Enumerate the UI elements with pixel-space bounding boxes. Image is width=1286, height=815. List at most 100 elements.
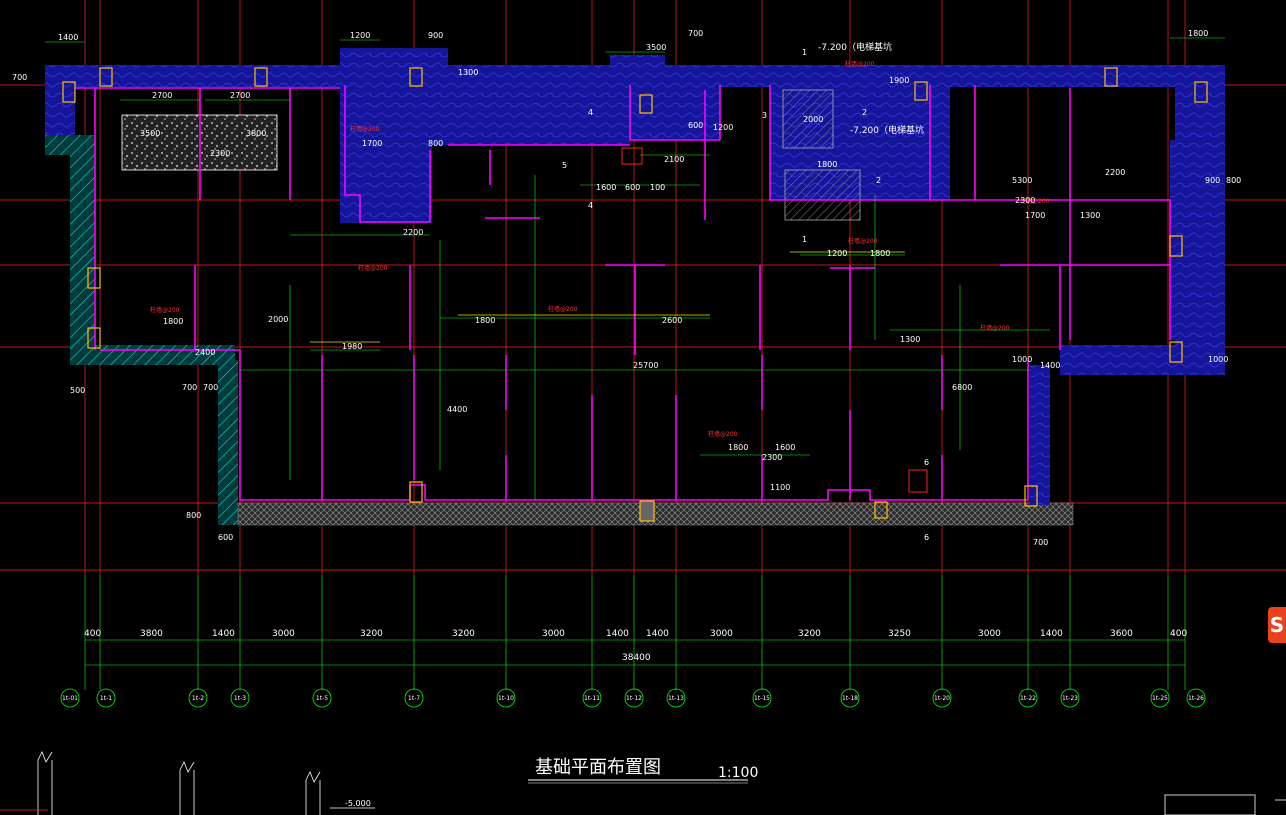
svg-text:6: 6: [924, 458, 929, 467]
svg-text:1300: 1300: [1080, 211, 1100, 220]
svg-text:900: 900: [1205, 176, 1220, 185]
svg-text:1400: 1400: [646, 629, 669, 639]
svg-text:2400: 2400: [195, 348, 215, 357]
svg-text:1600: 1600: [596, 183, 616, 192]
svg-text:1300: 1300: [900, 335, 920, 344]
svg-text:1t-18: 1t-18: [842, 695, 858, 702]
svg-text:400: 400: [84, 629, 101, 639]
svg-text:3600: 3600: [1110, 629, 1133, 639]
svg-text:700: 700: [688, 29, 703, 38]
svg-text:4: 4: [588, 201, 593, 210]
drawing-title: 基础平面布置图: [535, 757, 661, 778]
svg-text:700: 700: [1033, 538, 1048, 547]
svg-text:1: 1: [802, 235, 807, 244]
svg-text:2100: 2100: [664, 155, 684, 164]
svg-text:2000: 2000: [803, 115, 823, 124]
svg-text:700: 700: [12, 73, 27, 82]
svg-text:1100: 1100: [770, 483, 790, 492]
svg-text:1800: 1800: [817, 160, 837, 169]
svg-text:1t-01: 1t-01: [62, 695, 78, 702]
svg-text:1t-26: 1t-26: [1188, 695, 1204, 702]
svg-text:2700: 2700: [230, 91, 250, 100]
drawing-title-block: 基础平面布置图 1:100: [528, 757, 758, 784]
svg-text:1t-5: 1t-5: [316, 695, 328, 702]
svg-text:1000: 1000: [1012, 355, 1032, 364]
svg-text:1t-1: 1t-1: [100, 695, 112, 702]
svg-text:600: 600: [688, 121, 703, 130]
svg-text:1900: 1900: [889, 76, 909, 85]
svg-text:柱墙@200: 柱墙@200: [150, 306, 180, 314]
svg-text:100: 100: [650, 183, 665, 192]
svg-text:25700: 25700: [633, 361, 658, 370]
svg-text:柱墙@200: 柱墙@200: [350, 125, 380, 133]
watermark-badge: S: [1268, 607, 1286, 643]
svg-text:3000: 3000: [542, 629, 565, 639]
svg-text:柱墙@200: 柱墙@200: [358, 264, 388, 272]
svg-text:5300: 5300: [1012, 176, 1032, 185]
svg-text:4400: 4400: [447, 405, 467, 414]
svg-text:1t-20: 1t-20: [934, 695, 950, 702]
svg-text:1200: 1200: [350, 31, 370, 40]
svg-text:2: 2: [862, 108, 867, 117]
svg-text:800: 800: [428, 139, 443, 148]
svg-text:1t-13: 1t-13: [668, 695, 684, 702]
svg-text:3200: 3200: [360, 629, 383, 639]
svg-text:2000: 2000: [268, 315, 288, 324]
svg-text:3200: 3200: [452, 629, 475, 639]
svg-text:-7.200（电梯基坑: -7.200（电梯基坑: [850, 124, 924, 136]
svg-text:3500: 3500: [140, 129, 160, 138]
svg-text:3200: 3200: [798, 629, 821, 639]
svg-text:1t-10: 1t-10: [498, 695, 514, 702]
svg-text:1400: 1400: [1040, 361, 1060, 370]
svg-text:5: 5: [562, 161, 567, 170]
elevator-pit-2: [784, 169, 861, 221]
svg-text:柱墙@200: 柱墙@200: [848, 237, 878, 245]
svg-text:400: 400: [1170, 629, 1187, 639]
svg-text:-7.200（电梯基坑: -7.200（电梯基坑: [818, 41, 892, 53]
bottom-strip-foundation: [237, 502, 1074, 526]
svg-text:3000: 3000: [978, 629, 1001, 639]
svg-text:700: 700: [182, 383, 197, 392]
svg-text:2300: 2300: [210, 149, 230, 158]
svg-text:1200: 1200: [827, 249, 847, 258]
axis-bubble-labels: 1t-01 1t-1 1t-2 1t-3 1t-5 1t-7 1t-10 1t-…: [62, 695, 1204, 702]
svg-text:1300: 1300: [458, 68, 478, 77]
svg-text:柱墙@200: 柱墙@200: [548, 305, 578, 313]
svg-text:2300: 2300: [762, 453, 782, 462]
svg-text:1t-15: 1t-15: [754, 695, 770, 702]
svg-text:1t-23: 1t-23: [1062, 695, 1078, 702]
svg-text:3000: 3000: [710, 629, 733, 639]
svg-text:1200: 1200: [713, 123, 733, 132]
svg-text:600: 600: [218, 533, 233, 542]
svg-text:2: 2: [876, 176, 881, 185]
section-elevation: -5.000: [345, 799, 371, 808]
svg-text:6800: 6800: [952, 383, 972, 392]
svg-text:3250: 3250: [888, 629, 911, 639]
svg-text:900: 900: [428, 31, 443, 40]
cad-drawing-canvas[interactable]: 柱墙@200 柱墙@200 柱墙@200 柱墙@200 柱墙@200 柱墙@20…: [0, 0, 1286, 815]
right-wall-strip: [1030, 365, 1050, 505]
svg-text:3800: 3800: [246, 129, 266, 138]
svg-text:4: 4: [588, 108, 593, 117]
svg-text:3500: 3500: [646, 43, 666, 52]
svg-text:2600: 2600: [662, 316, 682, 325]
drawing-scale: 1:100: [718, 765, 758, 781]
svg-text:1t-22: 1t-22: [1020, 695, 1036, 702]
svg-text:1980: 1980: [342, 342, 362, 351]
svg-text:1800: 1800: [1188, 29, 1208, 38]
svg-text:3: 3: [762, 111, 767, 120]
svg-text:1400: 1400: [1040, 629, 1063, 639]
svg-text:1700: 1700: [1025, 211, 1045, 220]
svg-text:1800: 1800: [163, 317, 183, 326]
svg-text:2200: 2200: [403, 228, 423, 237]
svg-text:1t-3: 1t-3: [234, 695, 246, 702]
svg-text:600: 600: [625, 183, 640, 192]
svg-text:1800: 1800: [728, 443, 748, 452]
svg-text:2700: 2700: [152, 91, 172, 100]
svg-text:1t-12: 1t-12: [626, 695, 642, 702]
svg-text:1400: 1400: [606, 629, 629, 639]
svg-text:1400: 1400: [212, 629, 235, 639]
bay-dimension-labels: 400 3800 1400 3000 3200 3200 3000 1400 1…: [84, 629, 1187, 663]
svg-text:3800: 3800: [140, 629, 163, 639]
svg-text:1000: 1000: [1208, 355, 1228, 364]
